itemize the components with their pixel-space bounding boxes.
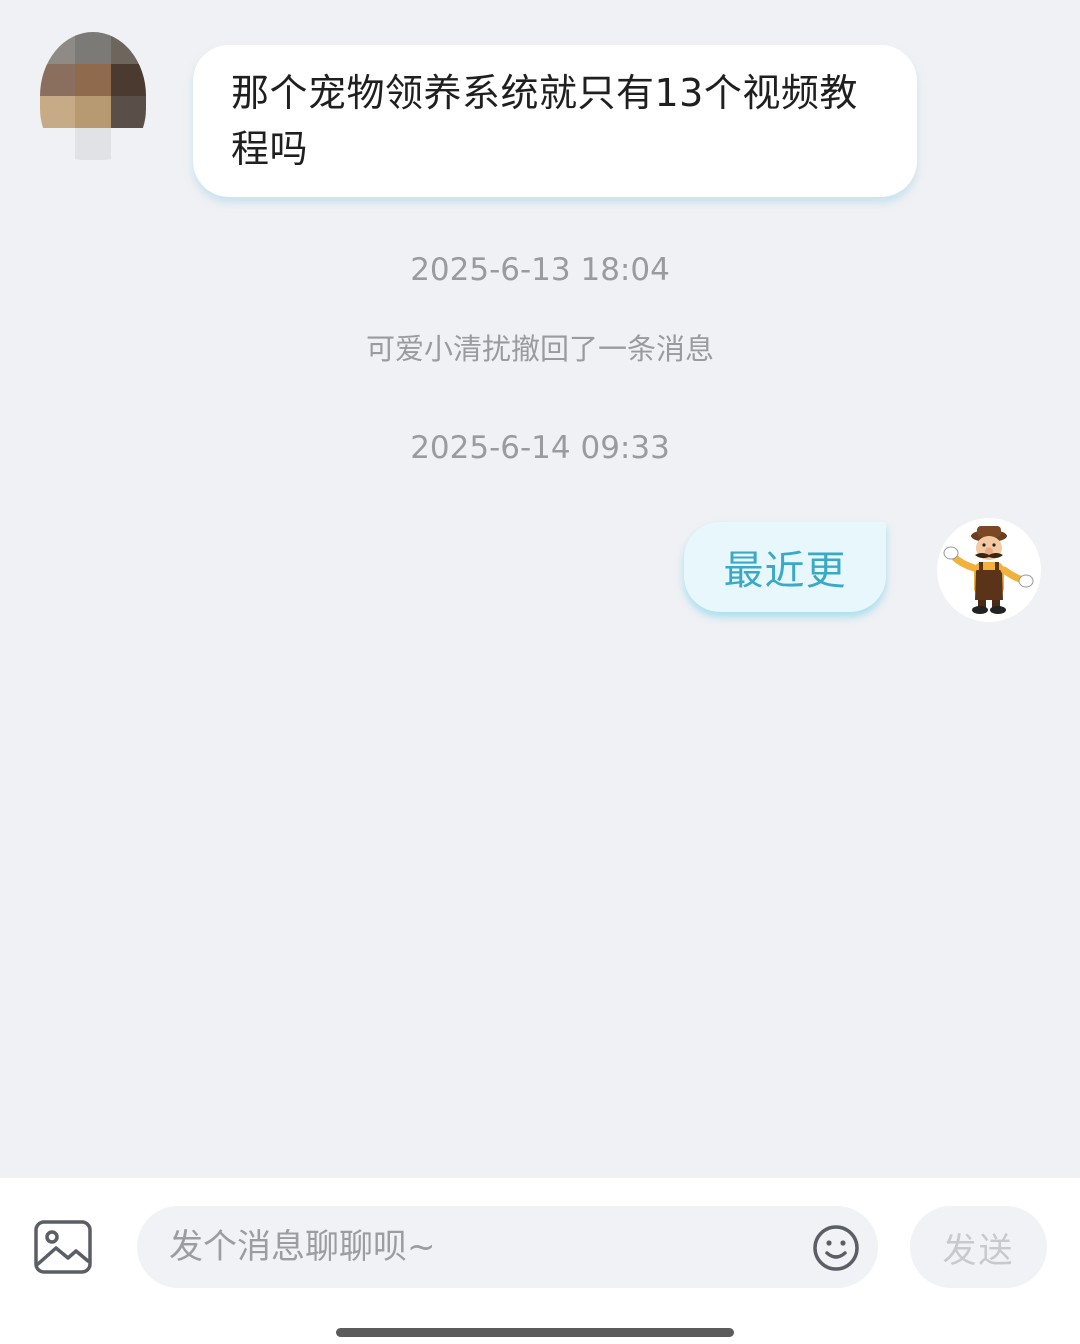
outgoing-message-bubble[interactable]: 最近更 — [684, 522, 886, 612]
send-button[interactable]: 发送 — [910, 1206, 1047, 1288]
message-timestamp: 2025-6-13 18:04 — [410, 252, 670, 288]
send-button-label: 发送 — [942, 1230, 1015, 1271]
outgoing-message-text: 最近更 — [723, 548, 847, 594]
image-picker-button[interactable] — [34, 1220, 92, 1274]
message-input[interactable] — [137, 1206, 878, 1288]
chat-message-list[interactable]: 那个宠物领养系统就只有13个视频教程吗 2025-6-13 18:04 可爱小清… — [0, 0, 1080, 1178]
message-input-bar: 发送 — [0, 1178, 1080, 1344]
image-icon — [34, 1220, 92, 1274]
pixelated-user-avatar-icon — [40, 32, 146, 160]
cartoon-mustache-man-avatar-icon — [943, 526, 1034, 614]
recalled-message-notice: 可爱小清扰撤回了一条消息 — [365, 332, 714, 366]
smiley-face-icon — [813, 1225, 859, 1271]
incoming-message-text: 那个宠物领养系统就只有13个视频教程吗 — [231, 71, 858, 171]
my-avatar[interactable] — [937, 518, 1041, 622]
sender-avatar[interactable] — [40, 32, 146, 160]
home-indicator[interactable] — [336, 1328, 734, 1337]
emoji-button[interactable] — [811, 1223, 861, 1273]
incoming-message-bubble[interactable]: 那个宠物领养系统就只有13个视频教程吗 — [193, 45, 917, 197]
message-timestamp: 2025-6-14 09:33 — [410, 430, 670, 466]
